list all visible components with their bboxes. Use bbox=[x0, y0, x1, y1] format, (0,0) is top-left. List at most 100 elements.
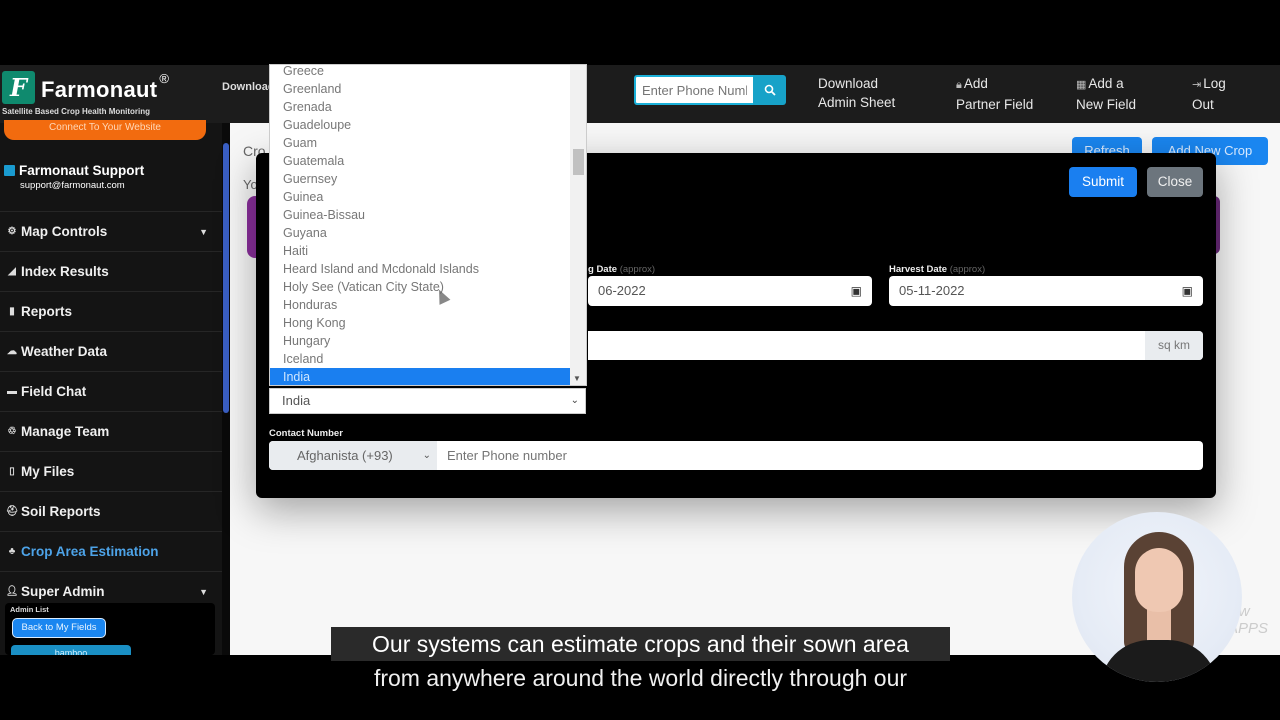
dropdown-option[interactable]: Grenada bbox=[270, 98, 572, 116]
back-to-my-fields-button[interactable]: Back to My Fields bbox=[12, 618, 106, 638]
chart-icon: ◢ bbox=[8, 266, 16, 277]
nav-line2: New Field bbox=[1076, 97, 1137, 112]
dropdown-option[interactable]: Guatemala bbox=[270, 152, 572, 170]
harvest-date-input[interactable]: 05-11-2022 ▣ bbox=[889, 276, 1203, 306]
brand-tagline: Satellite Based Crop Health Monitoring bbox=[2, 107, 151, 116]
sidebar-item-my-files[interactable]: ▯ My Files bbox=[0, 451, 222, 491]
contact-number-row: Afghanista (+93) ⌄ bbox=[269, 441, 1203, 470]
date-value: 06-2022 bbox=[598, 283, 646, 298]
presenter-face bbox=[1135, 548, 1183, 612]
presenter-neck bbox=[1147, 608, 1171, 644]
chevron-down-icon: ⌄ bbox=[422, 450, 431, 461]
phone-number-input[interactable] bbox=[437, 441, 1203, 470]
nav-line1: Add a bbox=[1088, 76, 1124, 91]
menu-label: Crop Area Estimation bbox=[21, 544, 159, 559]
phone-search-input[interactable] bbox=[634, 75, 753, 105]
country-select[interactable]: India ⌄ bbox=[269, 388, 586, 414]
calendar-icon[interactable]: ▣ bbox=[1182, 276, 1193, 306]
clipboard-icon: ▮ bbox=[9, 306, 15, 317]
download-results-link[interactable]: Download Results of bbox=[222, 80, 270, 94]
support-contact[interactable]: Farmonaut Support support@farmonaut.com bbox=[4, 162, 144, 191]
approx-text: (approx) bbox=[949, 264, 986, 275]
sidebar-item-field-chat[interactable]: ▬ Field Chat bbox=[0, 371, 222, 411]
menu-label: Soil Reports bbox=[21, 504, 101, 519]
search-button[interactable] bbox=[753, 75, 786, 105]
harvest-date-label: Harvest Date (approx) bbox=[889, 264, 985, 275]
dropdown-option[interactable]: Hungary bbox=[270, 332, 572, 350]
menu-label: Index Results bbox=[21, 264, 109, 279]
menu-label: Weather Data bbox=[21, 344, 108, 359]
soil-icon: ⛑ bbox=[5, 506, 19, 517]
sidebar-item-manage-team[interactable]: ♲ Manage Team bbox=[0, 411, 222, 451]
country-dropdown-list[interactable]: Greece Greenland Grenada Guadeloupe Guam Guat… bbox=[269, 64, 587, 386]
dropdown-scrollbar[interactable]: ▼ bbox=[570, 65, 586, 385]
sidebar-item-weather-data[interactable]: ☁ Weather Data bbox=[0, 331, 222, 371]
lock-icon: 🔒︎ bbox=[956, 79, 962, 91]
logo-icon: F bbox=[2, 71, 35, 104]
dropdown-option[interactable]: India bbox=[270, 368, 572, 385]
video-frame: Cro Yo Refresh Add New Crop F Farmonaut … bbox=[0, 0, 1280, 720]
calendar-icon[interactable]: ▣ bbox=[851, 276, 862, 306]
dropdown-option[interactable]: Holy See (Vatican City State) bbox=[270, 278, 572, 296]
dropdown-option[interactable]: Guadeloupe bbox=[270, 116, 572, 134]
dropdown-option[interactable]: Greenland bbox=[270, 80, 572, 98]
dropdown-option[interactable]: Guinea bbox=[270, 188, 572, 206]
support-email: support@farmonaut.com bbox=[20, 180, 125, 191]
logo[interactable]: F Farmonaut ® bbox=[2, 71, 169, 104]
dropdown-option[interactable]: Honduras bbox=[270, 296, 572, 314]
sowing-date-input[interactable]: 06-2022 ▣ bbox=[588, 276, 872, 306]
scrollbar-thumb[interactable] bbox=[223, 143, 229, 413]
dropdown-option[interactable]: Hong Kong bbox=[270, 314, 572, 332]
download-admin-sheet-link[interactable]: Download Admin Sheet bbox=[818, 74, 895, 112]
dropdown-option[interactable]: Guinea-Bissau bbox=[270, 206, 572, 224]
sidebar-item-soil-reports[interactable]: ⛑ Soil Reports bbox=[0, 491, 222, 531]
brand-name: Farmonaut bbox=[41, 77, 158, 102]
sidebar-scrollbar[interactable] bbox=[222, 123, 230, 655]
scroll-down-arrow-icon[interactable]: ▼ bbox=[573, 374, 581, 383]
country-code-select[interactable]: Afghanista (+93) ⌄ bbox=[269, 441, 437, 470]
sidebar-item-index-results[interactable]: ◢ Index Results bbox=[0, 251, 222, 291]
label-text: g Date bbox=[588, 264, 618, 275]
nav-line1: Add bbox=[963, 76, 988, 91]
country-code-value: Afghanista (+93) bbox=[297, 448, 393, 463]
dropdown-option[interactable]: Greece bbox=[270, 65, 572, 80]
dropdown-option[interactable]: Heard Island and Mcdonald Islands bbox=[270, 260, 572, 278]
submit-button[interactable]: Submit bbox=[1069, 167, 1137, 197]
menu-label: Super Admin bbox=[21, 584, 105, 599]
presenter-avatar bbox=[1072, 512, 1242, 682]
approx-text: (approx) bbox=[619, 264, 656, 275]
logout-link[interactable]: ⇥ Log Out bbox=[1192, 74, 1226, 114]
phone-search bbox=[634, 75, 786, 105]
file-icon: ▯ bbox=[9, 466, 15, 477]
connect-website-button[interactable]: Connect To Your Website bbox=[4, 120, 206, 140]
caret-down-icon: ▼ bbox=[199, 226, 208, 237]
menu-label: Field Chat bbox=[21, 384, 87, 399]
caret-down-icon: ▼ bbox=[199, 586, 208, 597]
support-name: Farmonaut Support bbox=[19, 163, 145, 178]
country-value: India bbox=[282, 393, 311, 408]
caption-line-1: Our systems can estimate crops and their… bbox=[331, 627, 950, 661]
dropdown-option[interactable]: Iceland bbox=[270, 350, 572, 368]
sidebar-item-reports[interactable]: ▮ Reports bbox=[0, 291, 222, 331]
sidebar-item-crop-area-estimation[interactable]: ♣ Crop Area Estimation bbox=[0, 531, 222, 571]
dropdown-option[interactable]: Haiti bbox=[270, 242, 572, 260]
dropdown-option[interactable]: Guernsey bbox=[270, 170, 572, 188]
area-input[interactable]: sq km bbox=[588, 331, 1203, 360]
caption-line-2: from anywhere around the world directly … bbox=[373, 665, 908, 691]
user-icon: 👤︎ bbox=[5, 586, 19, 597]
crop-icon: ♣ bbox=[8, 546, 16, 557]
close-button[interactable]: Close bbox=[1147, 167, 1203, 197]
dropdown-option[interactable]: Guam bbox=[270, 134, 572, 152]
nav-line1: Log bbox=[1203, 76, 1226, 91]
add-new-field-link[interactable]: ▦ Add a New Field bbox=[1076, 74, 1136, 114]
nav-line2: Partner Field bbox=[956, 97, 1034, 112]
date-value: 05-11-2022 bbox=[899, 283, 965, 298]
dropdown-option[interactable]: Guyana bbox=[270, 224, 572, 242]
menu-label: Map Controls bbox=[21, 224, 108, 239]
chevron-down-icon: ⌄ bbox=[570, 395, 579, 406]
sowing-date-label: g Date (approx) bbox=[588, 264, 655, 275]
dropdown-scroll-thumb[interactable] bbox=[573, 149, 584, 175]
search-icon bbox=[764, 84, 776, 96]
sidebar-item-map-controls[interactable]: ⚙ Map Controls ▼ bbox=[0, 211, 222, 251]
add-partner-field-link[interactable]: 🔒︎ Add Partner Field bbox=[956, 74, 1033, 114]
